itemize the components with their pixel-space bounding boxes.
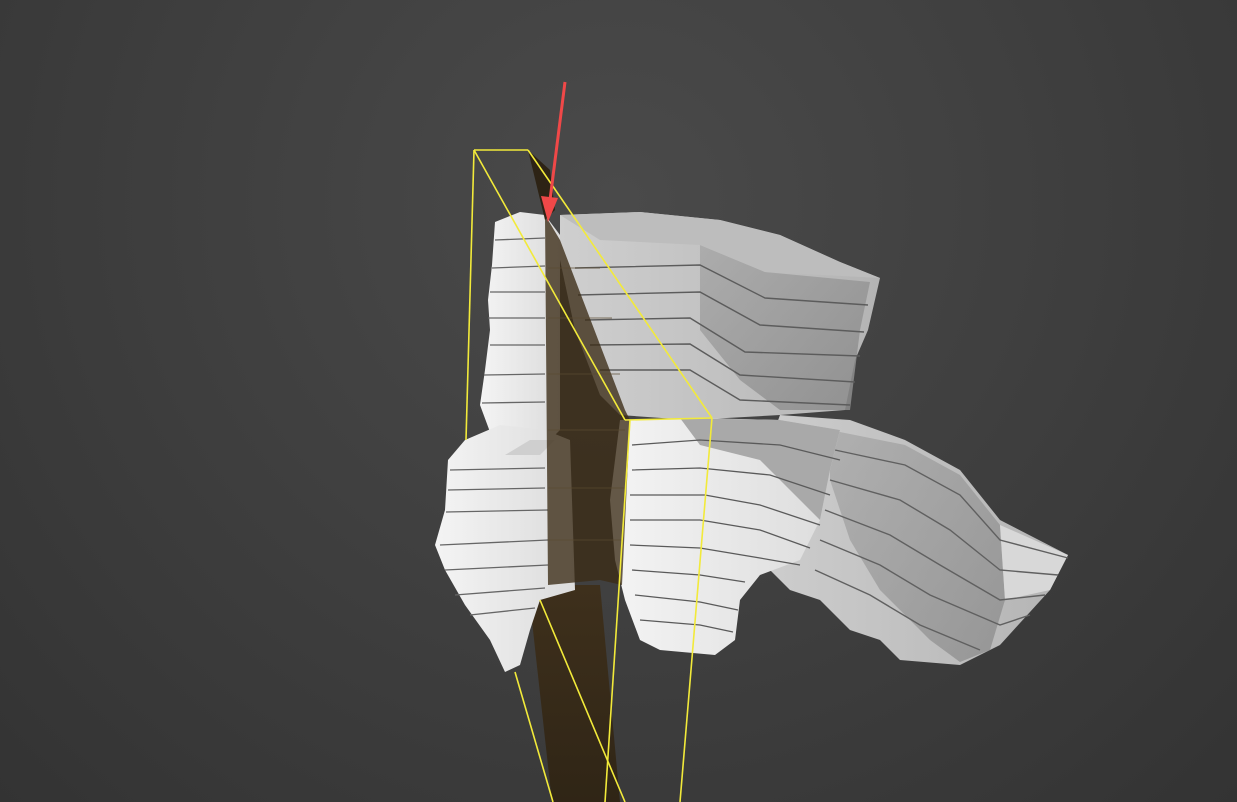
cutting-plane-lower (528, 585, 620, 802)
arrow-down-icon (541, 81, 567, 222)
mesh-middle-lower (610, 418, 841, 655)
3d-viewport[interactable] (0, 0, 1237, 802)
scene-canvas[interactable] (0, 0, 1237, 802)
